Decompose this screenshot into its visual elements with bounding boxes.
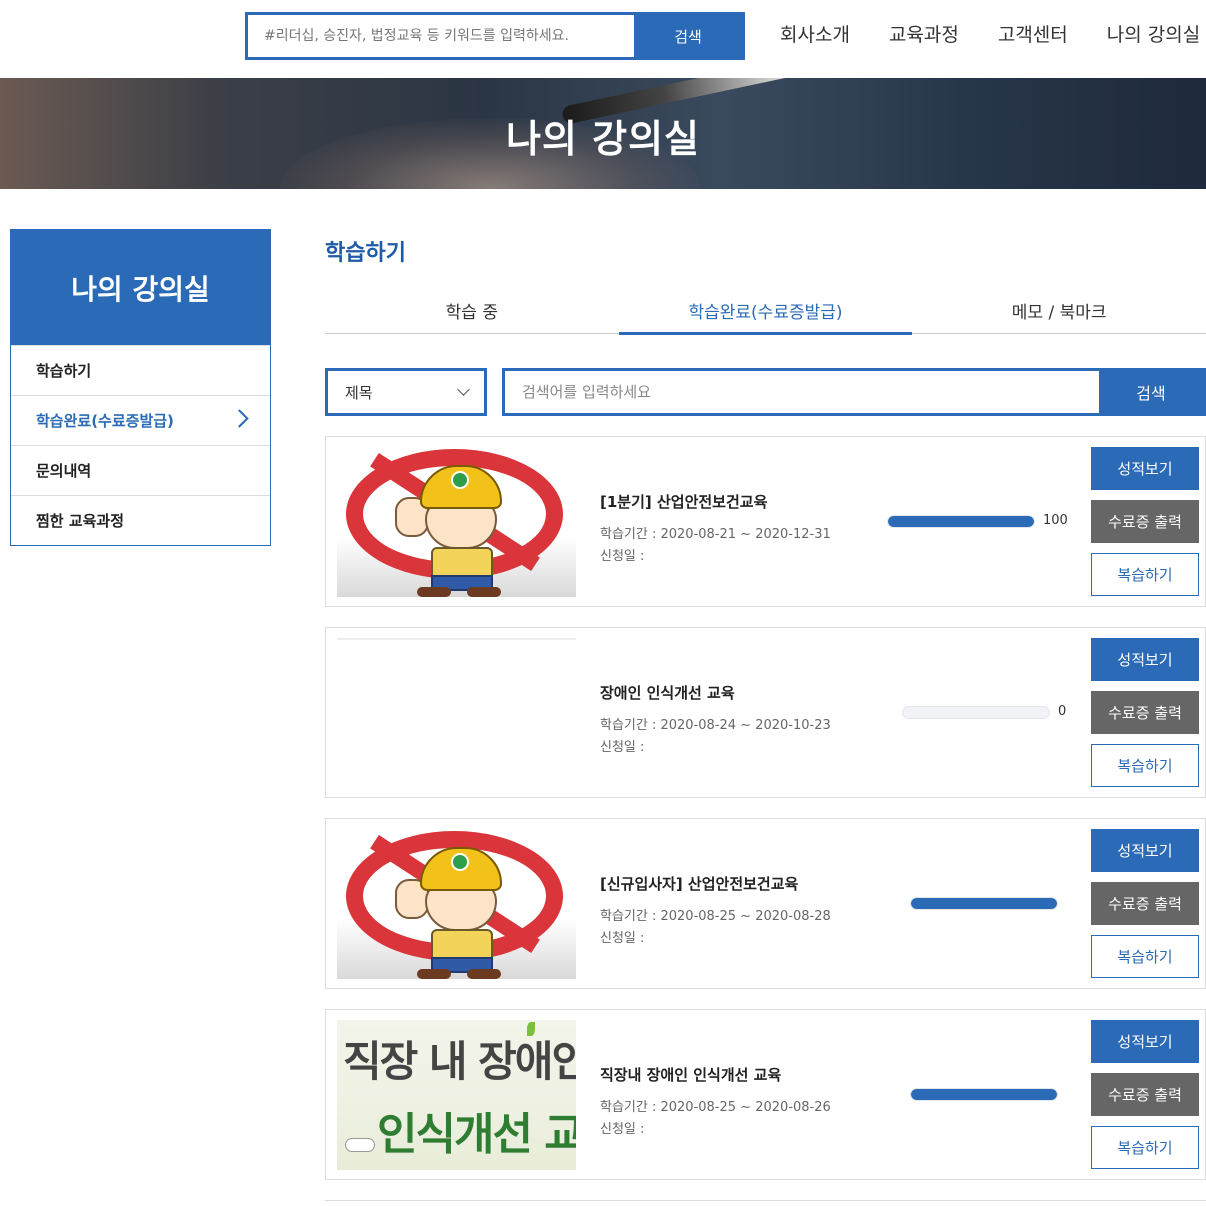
poster-title-line2: 인식개선 교육 <box>377 1109 576 1160</box>
progress-bar <box>887 515 1035 528</box>
search-field-select[interactable]: 제목 <box>325 368 487 416</box>
course-thumbnail-poster: 직장 내 장애인 인식개선 교육 <box>337 1020 576 1170</box>
course-search-button[interactable]: 검색 <box>1099 371 1203 413</box>
course-thumbnail-safety-mascot <box>337 829 576 979</box>
course-apply-date: 신청일 : <box>600 1122 645 1137</box>
top-header: 검색 회사소개 교육과정 고객센터 나의 강의실 <box>0 0 1206 78</box>
progress-bar <box>910 897 1058 910</box>
main-nav: 회사소개 교육과정 고객센터 나의 강의실 <box>780 20 1200 47</box>
course-thumbnail-empty <box>337 638 576 788</box>
course-thumbnail-safety-mascot <box>337 447 576 597</box>
progress-fill <box>888 516 1034 527</box>
view-grade-button[interactable]: 성적보기 <box>1091 829 1199 872</box>
sidebar-item-label: 문의내역 <box>36 462 92 480</box>
course-apply-date: 신청일 : <box>600 931 645 946</box>
nav-item-support[interactable]: 고객센터 <box>998 20 1068 47</box>
review-button[interactable]: 복습하기 <box>1091 1126 1199 1169</box>
page-title: 학습하기 <box>325 241 406 266</box>
course-period: 학습기간 : 2020-08-21 ~ 2020-12-31 <box>600 527 831 542</box>
sidebar-item-label: 학습완료(수료증발급) <box>36 412 174 430</box>
tab-bar: 학습 중 학습완료(수료증발급) 메모 / 북마크 <box>325 290 1206 335</box>
course-apply-date: 신청일 : <box>600 549 645 564</box>
review-button[interactable]: 복습하기 <box>1091 553 1199 596</box>
cloud-icon <box>345 1138 375 1152</box>
nav-item-company[interactable]: 회사소개 <box>780 20 850 47</box>
progress-fill <box>911 898 1057 909</box>
nav-item-courses[interactable]: 교육과정 <box>889 20 959 47</box>
print-certificate-button[interactable]: 수료증 출력 <box>1091 882 1199 925</box>
course-title[interactable]: 장애인 인식개선 교육 <box>600 682 735 703</box>
course-card: 장애인 인식개선 교육 학습기간 : 2020-08-24 ~ 2020-10-… <box>325 627 1206 798</box>
print-certificate-button[interactable]: 수료증 출력 <box>1091 691 1199 734</box>
course-apply-date: 신청일 : <box>600 740 645 755</box>
sidebar-item-inquiries[interactable]: 문의내역 <box>11 445 270 495</box>
review-button[interactable]: 복습하기 <box>1091 935 1199 978</box>
course-card: [1분기] 산업안전보건교육 학습기간 : 2020-08-21 ~ 2020-… <box>325 436 1206 607</box>
course-title[interactable]: 직장내 장애인 인식개선 교육 <box>600 1064 781 1085</box>
review-button[interactable]: 복습하기 <box>1091 744 1199 787</box>
progress-value: 100 <box>1043 513 1068 528</box>
print-certificate-button[interactable]: 수료증 출력 <box>1091 500 1199 543</box>
progress-value: 0 <box>1058 704 1067 719</box>
chevron-right-icon <box>230 409 249 428</box>
course-card: [신규입사자] 산업안전보건교육 학습기간 : 2020-08-25 ~ 202… <box>325 818 1206 989</box>
sidebar-title: 나의 강의실 <box>11 230 270 345</box>
global-search-input[interactable] <box>248 15 634 57</box>
course-card-partial <box>325 1200 1206 1206</box>
page-banner: 나의 강의실 <box>0 78 1206 189</box>
progress-fill <box>911 1089 1057 1100</box>
global-search-button[interactable]: 검색 <box>634 15 742 57</box>
sidebar-item-wishlist[interactable]: 찜한 교육과정 <box>11 495 270 545</box>
course-search: 검색 <box>502 368 1206 416</box>
view-grade-button[interactable]: 성적보기 <box>1091 638 1199 681</box>
sidebar-item-label: 학습하기 <box>36 362 92 380</box>
poster-title-line1: 직장 내 장애인 <box>343 1037 576 1086</box>
global-search: 검색 <box>245 12 745 60</box>
progress-bar <box>910 1088 1058 1101</box>
course-period: 학습기간 : 2020-08-25 ~ 2020-08-26 <box>600 1100 831 1115</box>
sidebar-item-completed[interactable]: 학습완료(수료증발급) <box>11 395 270 445</box>
tab-completed[interactable]: 학습완료(수료증발급) <box>618 290 913 335</box>
tab-memo-bookmark[interactable]: 메모 / 북마크 <box>912 290 1206 333</box>
course-card: 직장 내 장애인 인식개선 교육 직장내 장애인 인식개선 교육 학습기간 : … <box>325 1009 1206 1180</box>
banner-title: 나의 강의실 <box>505 117 701 161</box>
chevron-down-icon <box>457 383 470 396</box>
progress-bar <box>902 706 1050 719</box>
search-field-select-value: 제목 <box>345 383 373 402</box>
tab-in-progress[interactable]: 학습 중 <box>325 290 619 333</box>
print-certificate-button[interactable]: 수료증 출력 <box>1091 1073 1199 1116</box>
view-grade-button[interactable]: 성적보기 <box>1091 447 1199 490</box>
sidebar: 나의 강의실 학습하기 학습완료(수료증발급) 문의내역 찜한 교육과정 <box>10 229 271 546</box>
nav-item-my-classroom[interactable]: 나의 강의실 <box>1107 20 1200 47</box>
sidebar-item-learning[interactable]: 학습하기 <box>11 345 270 395</box>
course-search-input[interactable] <box>505 371 1099 413</box>
view-grade-button[interactable]: 성적보기 <box>1091 1020 1199 1063</box>
course-period: 학습기간 : 2020-08-25 ~ 2020-08-28 <box>600 909 831 924</box>
course-title[interactable]: [신규입사자] 산업안전보건교육 <box>600 873 798 894</box>
course-period: 학습기간 : 2020-08-24 ~ 2020-10-23 <box>600 718 831 733</box>
sidebar-item-label: 찜한 교육과정 <box>36 512 125 530</box>
course-title[interactable]: [1분기] 산업안전보건교육 <box>600 491 767 512</box>
